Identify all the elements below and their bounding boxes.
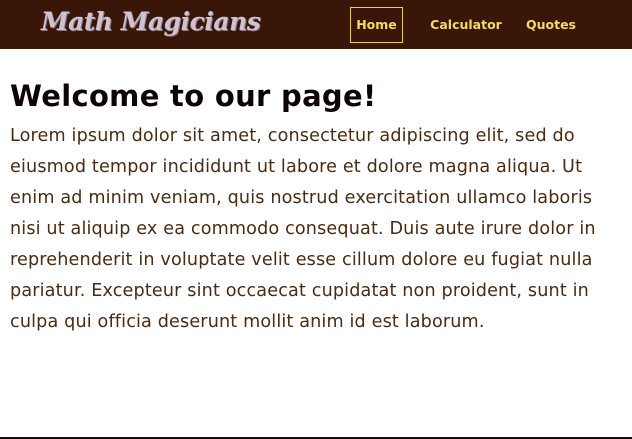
- nav-link-calculator[interactable]: Calculator: [430, 7, 502, 43]
- navbar: Math Magicians Home Calculator Quotes: [0, 0, 632, 49]
- page-title: Welcome to our page!: [10, 79, 377, 113]
- nav-links: Home Calculator Quotes: [0, 0, 632, 49]
- nav-link-quotes[interactable]: Quotes: [524, 7, 578, 43]
- nav-link-home[interactable]: Home: [350, 7, 403, 43]
- page-body-text: Lorem ipsum dolor sit amet, consectetur …: [10, 126, 596, 332]
- main-content: Welcome to our page! Lorem ipsum dolor s…: [10, 76, 622, 338]
